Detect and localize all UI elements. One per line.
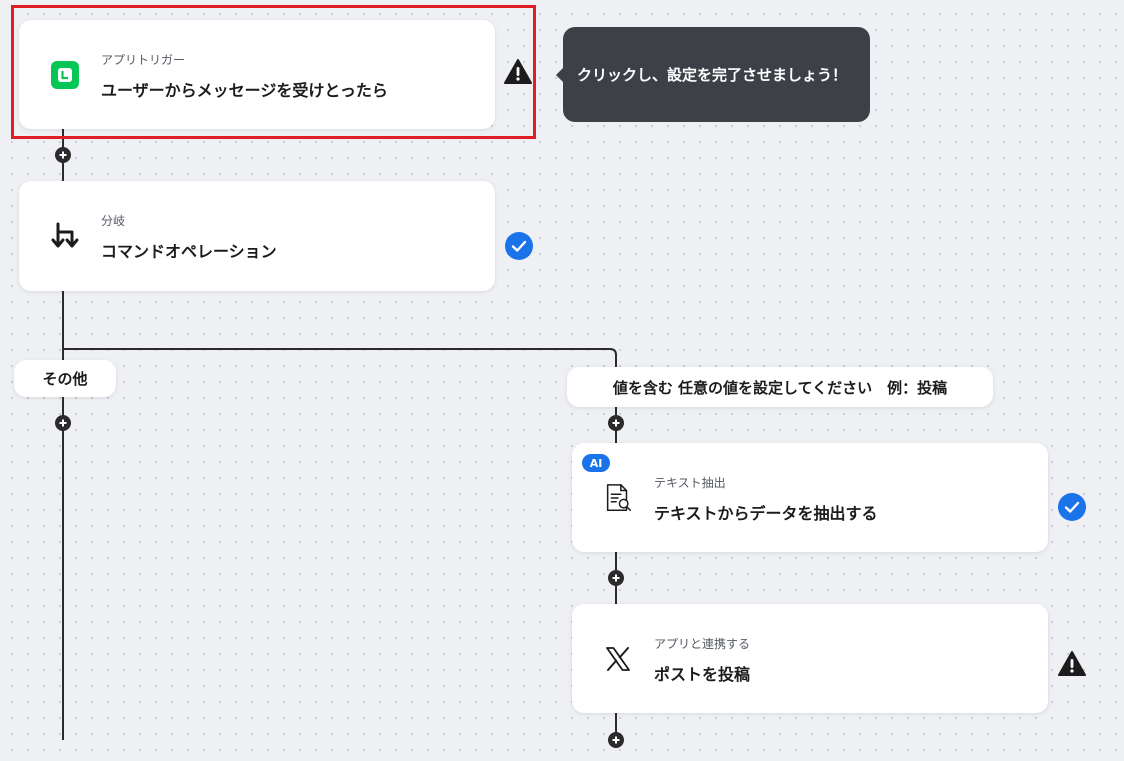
branch-label-text: 値を含む 任意の値を設定してください 例：投稿 bbox=[612, 378, 948, 397]
node-title: コマンドオペレーション bbox=[101, 242, 277, 261]
text-extraction-node-card[interactable]: テキスト抽出 テキストからデータを抽出する bbox=[572, 443, 1048, 552]
workflow-canvas: アプリトリガー ユーザーからメッセージを受けとったら クリックし、設定を完了させ… bbox=[0, 0, 1124, 761]
branch-label-other[interactable]: その他 bbox=[14, 360, 116, 397]
plus-icon bbox=[612, 574, 620, 582]
branch-icon bbox=[49, 220, 81, 252]
selected-node-highlight bbox=[11, 5, 536, 139]
node-type-label: テキスト抽出 bbox=[654, 476, 726, 490]
branch-label-text: その他 bbox=[42, 370, 88, 388]
node-type-label: 分岐 bbox=[101, 214, 126, 228]
add-step-button[interactable] bbox=[608, 415, 624, 431]
branch-label-condition[interactable]: 値を含む 任意の値を設定してください 例：投稿 bbox=[567, 367, 993, 407]
check-icon bbox=[1057, 492, 1087, 522]
add-step-button[interactable] bbox=[55, 147, 71, 163]
plus-icon bbox=[59, 419, 67, 427]
node-type-label: アプリと連携する bbox=[654, 637, 751, 651]
ai-badge: AI bbox=[582, 454, 610, 472]
node-title: ポストを投稿 bbox=[654, 665, 751, 684]
warning-icon bbox=[1057, 649, 1087, 679]
x-logo-icon bbox=[602, 643, 634, 675]
plus-icon bbox=[612, 419, 620, 427]
warning-icon bbox=[503, 57, 533, 87]
add-step-button[interactable] bbox=[55, 415, 71, 431]
add-step-button[interactable] bbox=[608, 570, 624, 586]
setup-tooltip: クリックし、設定を完了させましょう！ bbox=[556, 27, 870, 122]
document-search-icon bbox=[602, 482, 634, 514]
post-node-card[interactable]: アプリと連携する ポストを投稿 bbox=[572, 604, 1048, 713]
check-icon bbox=[504, 231, 534, 261]
branch-node-card[interactable]: 分岐 コマンドオペレーション bbox=[19, 181, 495, 291]
node-title: テキストからデータを抽出する bbox=[654, 504, 878, 523]
tooltip-text: クリックし、設定を完了させましょう！ bbox=[577, 66, 848, 84]
add-step-button[interactable] bbox=[608, 732, 624, 748]
plus-icon bbox=[612, 736, 620, 744]
plus-icon bbox=[59, 151, 67, 159]
